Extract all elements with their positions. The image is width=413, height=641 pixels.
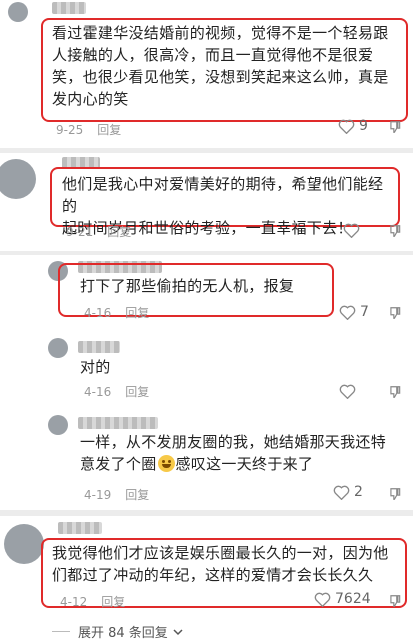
comment-meta: 9-21 回复 bbox=[66, 223, 131, 240]
like-button[interactable] bbox=[343, 223, 364, 238]
reply-button[interactable]: 回复 bbox=[125, 486, 149, 503]
comment-meta: 4-16 回复 bbox=[84, 304, 149, 321]
comment-panel-2: 他们是我心中对爱情美好的期待，希望他们能经的 起时间岁月和世俗的考验，一直幸福下… bbox=[0, 153, 413, 251]
like-button[interactable]: 2 bbox=[333, 484, 363, 500]
comment-text: 对的 bbox=[80, 358, 111, 376]
heart-icon bbox=[314, 592, 331, 607]
dislike-icon[interactable] bbox=[388, 306, 402, 320]
heart-icon bbox=[339, 305, 356, 320]
avatar[interactable] bbox=[48, 338, 68, 358]
avatar[interactable] bbox=[0, 159, 36, 199]
comment-date: 9-21 bbox=[66, 224, 94, 239]
like-count: 7624 bbox=[335, 591, 371, 607]
avatar[interactable] bbox=[4, 524, 44, 564]
heart-icon bbox=[338, 119, 355, 134]
comment-date: 4-19 bbox=[84, 487, 112, 502]
like-count: 2 bbox=[354, 484, 363, 500]
comment-date: 4-16 bbox=[84, 305, 112, 320]
replies-panel: 打下了那些偷拍的无人机，报复 4-16 回复 7 对的 4-16 回复 一样，从… bbox=[0, 255, 413, 510]
reply-button[interactable]: 回复 bbox=[107, 223, 131, 240]
comment-text: 我觉得他们才应该是娱乐圈最长久的一对，因为他 们都过了冲动的年纪，这样的爱情才会… bbox=[52, 544, 389, 584]
comment-text: 一样，从不发朋友圈的我，她结婚那天我还特 意发了个圈 感叹这一天终于来了 bbox=[80, 433, 387, 473]
expand-replies-button[interactable]: 展开 84 条回复 bbox=[52, 622, 184, 641]
divider bbox=[52, 631, 70, 632]
username-redacted[interactable] bbox=[58, 522, 102, 534]
username-redacted[interactable] bbox=[78, 341, 120, 353]
comment-date: 9-25 bbox=[56, 122, 84, 137]
comment-meta: 4-12 回复 bbox=[60, 593, 125, 610]
dislike-icon[interactable] bbox=[388, 224, 402, 238]
username-redacted[interactable] bbox=[52, 2, 86, 14]
heart-icon bbox=[343, 223, 360, 238]
heart-icon bbox=[333, 485, 350, 500]
avatar[interactable] bbox=[8, 2, 28, 22]
comment-panel-4: 我觉得他们才应该是娱乐圈最长久的一对，因为他 们都过了冲动的年纪，这样的爱情才会… bbox=[0, 516, 413, 641]
like-button[interactable]: 7 bbox=[339, 304, 369, 320]
reply-button[interactable]: 回复 bbox=[97, 121, 121, 138]
comment-text: 看过霍建华没结婚前的视频，觉得不是一个轻易跟 人接触的人，很高冷，而且一直觉得他… bbox=[52, 24, 389, 108]
comment-date: 4-16 bbox=[84, 384, 112, 399]
reply-button[interactable]: 回复 bbox=[125, 304, 149, 321]
dislike-icon[interactable] bbox=[388, 487, 402, 501]
comment-meta: 4-16 回复 bbox=[84, 383, 149, 400]
dislike-icon[interactable] bbox=[388, 120, 402, 134]
avatar[interactable] bbox=[48, 415, 68, 435]
grinning-emoji bbox=[157, 455, 175, 472]
dislike-icon[interactable] bbox=[388, 385, 402, 399]
comment-meta: 4-19 回复 bbox=[84, 486, 149, 503]
comment-date: 4-12 bbox=[60, 594, 88, 609]
comment-text: 打下了那些偷拍的无人机，报复 bbox=[80, 277, 295, 295]
like-button[interactable]: 9 bbox=[338, 118, 368, 134]
heart-icon[interactable] bbox=[339, 384, 356, 399]
like-count: 7 bbox=[360, 304, 369, 320]
reply-button[interactable]: 回复 bbox=[101, 593, 125, 610]
expand-label: 展开 84 条回复 bbox=[78, 626, 168, 641]
like-button[interactable]: 7624 bbox=[314, 591, 371, 607]
reply-button[interactable]: 回复 bbox=[125, 383, 149, 400]
chevron-down-icon bbox=[173, 628, 183, 635]
dislike-icon[interactable] bbox=[388, 594, 402, 608]
username-redacted[interactable] bbox=[78, 417, 158, 429]
like-count: 9 bbox=[359, 118, 368, 134]
comment-panel-1: 看过霍建华没结婚前的视频，觉得不是一个轻易跟 人接触的人，很高冷，而且一直觉得他… bbox=[0, 0, 413, 148]
comment-meta: 9-25 回复 bbox=[56, 121, 121, 138]
